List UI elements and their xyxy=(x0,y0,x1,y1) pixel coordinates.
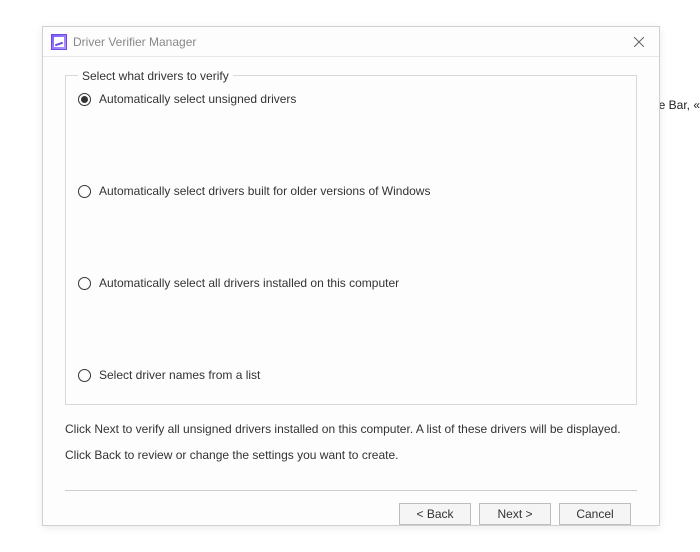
radio-label: Select driver names from a list xyxy=(99,368,260,382)
instruction-line-1: Click Next to verify all unsigned driver… xyxy=(65,419,637,439)
radio-option-older-versions[interactable]: Automatically select drivers built for o… xyxy=(78,184,624,198)
radio-group: Automatically select unsigned drivers Au… xyxy=(78,92,624,382)
instruction-text: Click Next to verify all unsigned driver… xyxy=(65,419,637,466)
next-button[interactable]: Next > xyxy=(479,503,551,525)
radio-icon xyxy=(78,185,91,198)
dialog-window: Driver Verifier Manager Select what driv… xyxy=(42,26,660,526)
radio-icon xyxy=(78,93,91,106)
cancel-button[interactable]: Cancel xyxy=(559,503,631,525)
radio-label: Automatically select drivers built for o… xyxy=(99,184,430,198)
close-button[interactable] xyxy=(627,30,651,54)
instruction-line-2: Click Back to review or change the setti… xyxy=(65,445,637,465)
close-icon xyxy=(634,37,644,47)
fieldset-legend: Select what drivers to verify xyxy=(78,69,233,83)
divider xyxy=(65,490,637,491)
radio-option-unsigned[interactable]: Automatically select unsigned drivers xyxy=(78,92,624,106)
radio-option-all-drivers[interactable]: Automatically select all drivers install… xyxy=(78,276,624,290)
radio-option-from-list[interactable]: Select driver names from a list xyxy=(78,368,624,382)
button-row: < Back Next > Cancel xyxy=(65,503,637,525)
radio-label: Automatically select all drivers install… xyxy=(99,276,399,290)
radio-icon xyxy=(78,277,91,290)
drivers-fieldset: Select what drivers to verify Automatica… xyxy=(65,75,637,405)
dialog-content: Select what drivers to verify Automatica… xyxy=(43,57,659,535)
back-button[interactable]: < Back xyxy=(399,503,471,525)
app-icon xyxy=(51,34,67,50)
radio-icon xyxy=(78,369,91,382)
radio-label: Automatically select unsigned drivers xyxy=(99,92,296,106)
titlebar: Driver Verifier Manager xyxy=(43,27,659,57)
window-title: Driver Verifier Manager xyxy=(73,35,627,49)
